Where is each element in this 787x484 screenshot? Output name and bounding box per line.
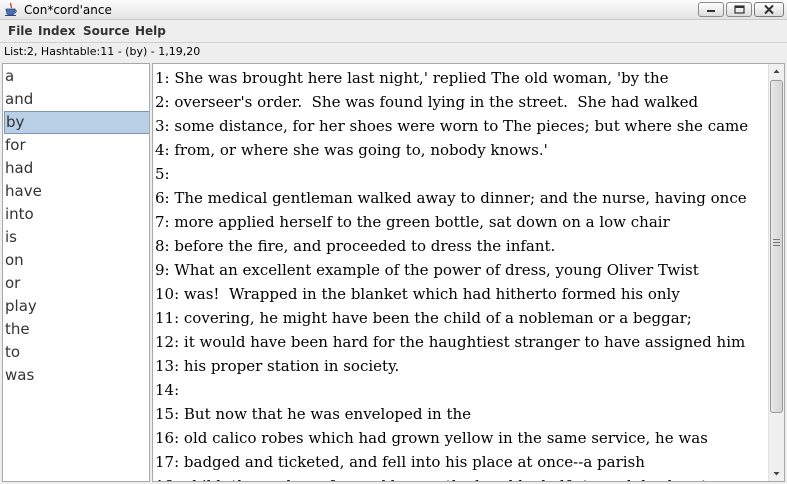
word-list-item-on[interactable]: on xyxy=(4,249,149,272)
text-line: 18: child--the orphan of a workhouse--th… xyxy=(155,474,716,481)
menu-bar: File Index Source Help xyxy=(0,20,787,42)
text-line: 2: overseer's order. She was found lying… xyxy=(155,93,699,111)
text-line: 1: She was brought here last night,' rep… xyxy=(155,69,669,87)
text-line: 16: old calico robes which had grown yel… xyxy=(155,429,708,447)
status-bar: List:2, Hashtable:11 - (by) - 1,19,20 xyxy=(0,42,787,61)
text-line: 5: xyxy=(155,165,170,183)
text-line: 14: xyxy=(155,381,180,399)
status-text: List:2, Hashtable:11 - (by) - 1,19,20 xyxy=(4,45,201,58)
text-line: 10: was! Wrapped in the blanket which ha… xyxy=(155,285,680,303)
minimize-icon xyxy=(707,10,715,12)
application-window: Con*cord'ance File Index Source Help Lis… xyxy=(0,0,787,484)
text-line: 11: covering, he might have been the chi… xyxy=(155,309,692,327)
menu-source[interactable]: Source xyxy=(83,23,130,39)
word-list-item-a[interactable]: a xyxy=(4,65,149,88)
word-list-item-had[interactable]: had xyxy=(4,157,149,180)
menu-help[interactable]: Help xyxy=(135,23,166,39)
maximize-button[interactable] xyxy=(726,2,752,17)
word-list-item-for[interactable]: for xyxy=(4,134,149,157)
window-title: Con*cord'ance xyxy=(24,3,112,17)
word-list-item-is[interactable]: is xyxy=(4,226,149,249)
minimize-button[interactable] xyxy=(698,2,724,17)
word-list-item-by-selected[interactable]: by xyxy=(4,111,149,134)
text-area[interactable]: 1: She was brought here last night,' rep… xyxy=(152,63,785,482)
text-line: 4: from, or where she was going to, nobo… xyxy=(155,141,548,159)
text-line: 17: badged and ticketed, and fell into h… xyxy=(155,453,645,471)
close-button[interactable] xyxy=(754,2,784,17)
vertical-scrollbar[interactable] xyxy=(768,64,784,481)
text-line: 8: before the fire, and proceeded to dre… xyxy=(155,237,556,255)
arrow-down-icon xyxy=(773,472,780,476)
scroll-thumb[interactable] xyxy=(770,80,783,413)
word-list-item-play[interactable]: play xyxy=(4,295,149,318)
java-coffee-cup-icon[interactable] xyxy=(4,2,18,17)
word-list-item-to[interactable]: to xyxy=(4,341,149,364)
text-line: 13: his proper station in society. xyxy=(155,357,400,375)
scroll-up-button[interactable] xyxy=(769,64,784,79)
arrow-up-icon xyxy=(773,69,780,73)
text-line: 3: some distance, for her shoes were wor… xyxy=(155,117,749,135)
text-line: 15: But now that he was enveloped in the xyxy=(155,405,472,423)
text-line: 6: The medical gentleman walked away to … xyxy=(155,189,747,207)
word-list-item-into[interactable]: into xyxy=(4,203,149,226)
menu-index[interactable]: Index xyxy=(38,23,75,39)
close-icon xyxy=(764,4,774,15)
word-list[interactable]: a and by for had have into is on or play… xyxy=(2,63,150,482)
title-bar[interactable]: Con*cord'ance xyxy=(0,0,787,20)
text-line: 7: more applied herself to the green bot… xyxy=(155,213,670,231)
scroll-down-button[interactable] xyxy=(769,466,784,481)
text-line: 9: What an excellent example of the powe… xyxy=(155,261,699,279)
word-list-item-was[interactable]: was xyxy=(4,364,149,387)
word-list-item-the[interactable]: the xyxy=(4,318,149,341)
word-list-item-and[interactable]: and xyxy=(4,88,149,111)
maximize-icon xyxy=(734,5,745,14)
grip-icon xyxy=(773,239,780,246)
text-line: 12: it would have been hard for the haug… xyxy=(155,333,746,351)
menu-file[interactable]: File xyxy=(8,23,33,39)
word-list-item-have[interactable]: have xyxy=(4,180,149,203)
word-list-item-or[interactable]: or xyxy=(4,272,149,295)
